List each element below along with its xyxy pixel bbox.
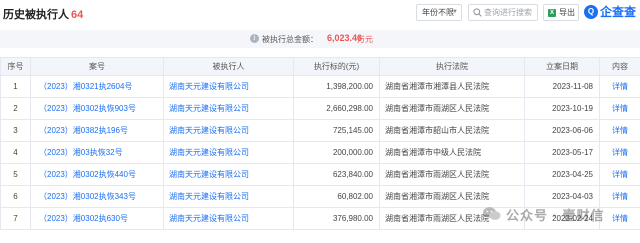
details-link[interactable]: 详情 xyxy=(599,119,640,142)
export-button[interactable]: X 导出 xyxy=(543,4,579,21)
amount-cell: 376,980.00 xyxy=(293,207,380,230)
case-number-link[interactable]: （2023）湘0382执196号 xyxy=(30,119,164,142)
search-input[interactable] xyxy=(484,6,536,19)
column-header-case-number: 案号 xyxy=(30,57,164,76)
row-index: 6 xyxy=(0,185,31,208)
details-link[interactable]: 详情 xyxy=(599,163,640,186)
table-row: 4 （2023）湘03执恢32号 湖南天元建设有限公司 200,000.00 湖… xyxy=(0,141,640,164)
details-link[interactable]: 详情 xyxy=(599,97,640,120)
info-icon[interactable]: i xyxy=(250,34,259,43)
column-header-amount[interactable]: 执行标的(元) xyxy=(293,57,380,76)
case-number-link[interactable]: （2023）湘0321执2604号 xyxy=(30,75,164,98)
case-number-link[interactable]: （2023）湘03执恢32号 xyxy=(30,141,164,164)
row-index: 7 xyxy=(0,207,31,230)
table-header-row: 序号 案号 被执行人 执行标的(元) 执行法院 立案日期 内容 xyxy=(0,57,640,76)
details-link[interactable]: 详情 xyxy=(599,185,640,208)
top-bar: 历史被执行人64 年份不限 ▼ X 导出 Q 企查查 xyxy=(0,0,640,26)
summary-unit: 万元 xyxy=(357,35,373,44)
party-link[interactable]: 湖南天元建设有限公司 xyxy=(163,207,294,230)
amount-cell: 1,398,200.00 xyxy=(293,75,380,98)
summary-bar: i 被执行总金额： 6,023.46 万元 xyxy=(0,30,640,48)
amount-cell: 725,145.00 xyxy=(293,119,380,142)
case-number-link[interactable]: （2023）湘0302执恢440号 xyxy=(30,163,164,186)
case-number-link[interactable]: （2023）湘0302执恢903号 xyxy=(30,97,164,120)
record-count: 64 xyxy=(71,9,84,21)
search-box[interactable] xyxy=(468,4,538,21)
export-label: 导出 xyxy=(559,8,575,17)
brand-logo: Q 企查查 xyxy=(584,4,638,21)
table-row: 3 （2023）湘0382执196号 湖南天元建设有限公司 725,145.00… xyxy=(0,119,640,142)
party-link[interactable]: 湖南天元建设有限公司 xyxy=(163,97,294,120)
row-index: 3 xyxy=(0,119,31,142)
party-link[interactable]: 湖南天元建设有限公司 xyxy=(163,141,294,164)
case-number-link[interactable]: （2023）湘0302执恢343号 xyxy=(30,185,164,208)
page-title-text: 历史被执行人 xyxy=(3,9,69,21)
search-icon xyxy=(473,8,482,17)
amount-cell: 200,000.00 xyxy=(293,141,380,164)
court-cell: 湖南省湘潭市雨湖区人民法院 xyxy=(379,207,525,230)
party-link[interactable]: 湖南天元建设有限公司 xyxy=(163,185,294,208)
table-row: 1 （2023）湘0321执2604号 湖南天元建设有限公司 1,398,200… xyxy=(0,75,640,98)
brand-name: 企查查 xyxy=(600,5,637,19)
details-link[interactable]: 详情 xyxy=(599,75,640,98)
party-link[interactable]: 湖南天元建设有限公司 xyxy=(163,119,294,142)
details-link[interactable]: 详情 xyxy=(599,141,640,164)
brand-mark-icon: Q xyxy=(584,5,598,19)
court-cell: 湖南省湘潭市中级人民法院 xyxy=(379,141,525,164)
table-row: 2 （2023）湘0302执恢903号 湖南天元建设有限公司 2,660,298… xyxy=(0,97,640,120)
filing-date-cell: 2023-04-25 xyxy=(524,163,600,186)
summary-label: 被执行总金额： xyxy=(262,35,318,44)
party-link[interactable]: 湖南天元建设有限公司 xyxy=(163,163,294,186)
table-row: 6 （2023）湘0302执恢343号 湖南天元建设有限公司 60,802.00… xyxy=(0,185,640,208)
column-header-index: 序号 xyxy=(0,57,31,76)
filing-date-cell: 2023-11-08 xyxy=(524,75,600,98)
details-link[interactable]: 详情 xyxy=(599,207,640,230)
court-cell: 湖南省湘潭市雨湖区人民法院 xyxy=(379,97,525,120)
filing-date-cell: 2023-04-03 xyxy=(524,185,600,208)
chevron-down-icon: ▼ xyxy=(452,9,458,15)
row-index: 5 xyxy=(0,163,31,186)
amount-cell: 2,660,298.00 xyxy=(293,97,380,120)
case-number-link[interactable]: （2023）湘0302执630号 xyxy=(30,207,164,230)
column-header-party: 被执行人 xyxy=(163,57,294,76)
enforcement-table: 序号 案号 被执行人 执行标的(元) 执行法院 立案日期 内容 1 （2023）… xyxy=(0,57,640,230)
party-link[interactable]: 湖南天元建设有限公司 xyxy=(163,75,294,98)
filing-date-cell: 2023-06-06 xyxy=(524,119,600,142)
court-cell: 湖南省湘潭市雨湖区人民法院 xyxy=(379,163,525,186)
column-header-content: 内容 xyxy=(599,57,640,76)
table-row: 5 （2023）湘0302执恢440号 湖南天元建设有限公司 623,840.0… xyxy=(0,163,640,186)
page-title: 历史被执行人 64 xyxy=(3,6,83,22)
filing-date-cell: 2023-05-17 xyxy=(524,141,600,164)
column-header-court: 执行法院 xyxy=(379,57,525,76)
table-row: 7 （2023）湘0302执630号 湖南天元建设有限公司 376,980.00… xyxy=(0,207,640,230)
amount-cell: 60,802.00 xyxy=(293,185,380,208)
row-index: 1 xyxy=(0,75,31,98)
row-index: 2 xyxy=(0,97,31,120)
court-cell: 湖南省湘潭市韶山市人民法院 xyxy=(379,119,525,142)
court-cell: 湖南省湘潭市湘潭县人民法院 xyxy=(379,75,525,98)
excel-icon: X xyxy=(548,9,556,17)
year-filter-select[interactable]: 年份不限 ▼ xyxy=(416,4,462,21)
column-header-filing-date[interactable]: 立案日期 xyxy=(524,57,600,76)
filing-date-cell: 2023-02-24 xyxy=(524,207,600,230)
amount-cell: 623,840.00 xyxy=(293,163,380,186)
year-filter-value: 年份不限 xyxy=(422,8,454,17)
court-cell: 湖南省湘潭市雨湖区人民法院 xyxy=(379,185,525,208)
filing-date-cell: 2023-10-19 xyxy=(524,97,600,120)
row-index: 4 xyxy=(0,141,31,164)
